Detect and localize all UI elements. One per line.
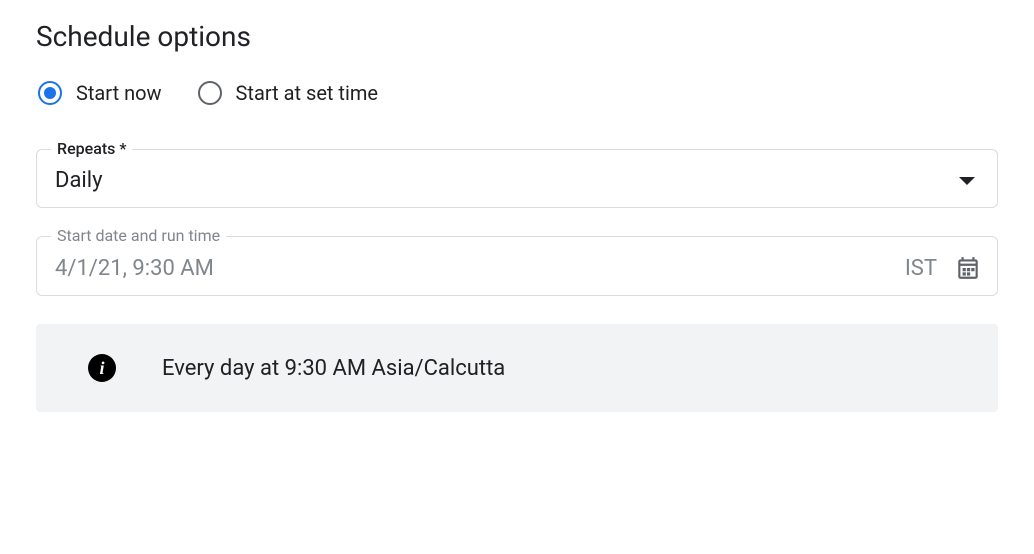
schedule-summary-banner: i Every day at 9:30 AM Asia/Calcutta bbox=[36, 324, 998, 412]
schedule-summary-text: Every day at 9:30 AM Asia/Calcutta bbox=[162, 356, 505, 381]
start-date-label: Start date and run time bbox=[51, 226, 226, 245]
schedule-start-radio-group: Start now Start at set time bbox=[36, 81, 998, 105]
calendar-icon[interactable] bbox=[955, 255, 981, 281]
chevron-down-icon bbox=[959, 177, 975, 185]
radio-start-now[interactable]: Start now bbox=[38, 81, 162, 105]
repeats-label: Repeats * bbox=[51, 139, 132, 158]
start-date-value: 4/1/21, 9:30 AM bbox=[55, 256, 214, 281]
radio-start-now-label: Start now bbox=[76, 81, 162, 105]
radio-start-at-set-time[interactable]: Start at set time bbox=[198, 81, 378, 105]
radio-selected-icon bbox=[38, 81, 62, 105]
start-date-field[interactable]: Start date and run time 4/1/21, 9:30 AM … bbox=[36, 236, 998, 296]
info-icon: i bbox=[88, 354, 116, 382]
timezone-label: IST bbox=[905, 256, 937, 281]
radio-unselected-icon bbox=[198, 81, 222, 105]
repeats-value: Daily bbox=[55, 168, 103, 193]
repeats-select[interactable]: Repeats * Daily bbox=[36, 149, 998, 208]
radio-start-at-set-time-label: Start at set time bbox=[236, 81, 378, 105]
section-title: Schedule options bbox=[36, 20, 998, 53]
